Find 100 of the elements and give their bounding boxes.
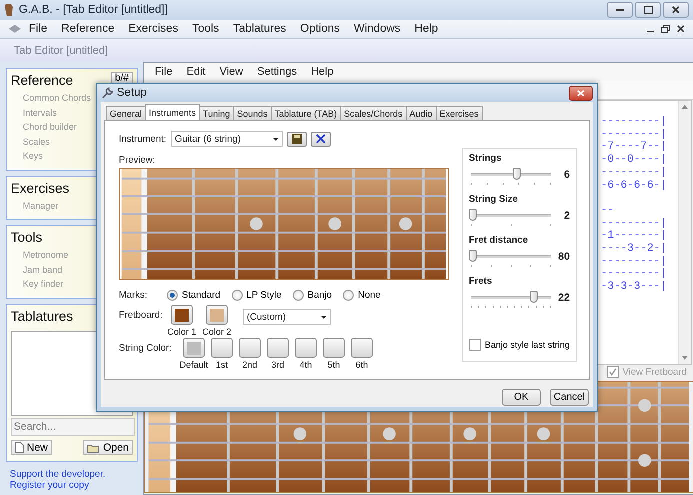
slider-thumb[interactable] xyxy=(469,250,477,262)
close-icon[interactable] xyxy=(677,25,685,33)
slider-value: 6 xyxy=(564,168,570,180)
slider-thumb[interactable] xyxy=(469,209,477,221)
support-link[interactable]: Support the developer. Register your copy xyxy=(6,469,138,491)
color-button[interactable] xyxy=(171,305,193,325)
slider-label: String Size xyxy=(469,194,518,205)
slider[interactable] xyxy=(469,209,553,222)
tab-line: ---------| xyxy=(601,268,668,281)
scrollbar[interactable] xyxy=(678,101,691,364)
color-button[interactable] xyxy=(351,338,373,358)
app-icon xyxy=(4,3,14,17)
search-field[interactable]: Search... xyxy=(11,418,135,436)
menu-item[interactable]: Help xyxy=(304,66,341,78)
slider-thumb[interactable] xyxy=(513,168,522,180)
slider-value: 80 xyxy=(558,250,570,262)
close-icon xyxy=(316,134,326,144)
slider[interactable] xyxy=(469,250,553,263)
slider-value: 2 xyxy=(564,210,570,222)
open-button[interactable]: Open xyxy=(83,440,133,455)
slider[interactable] xyxy=(469,291,553,304)
radio-option[interactable]: LP Style xyxy=(232,290,282,301)
slider-label: Strings xyxy=(469,153,502,164)
menu-item[interactable]: Windows xyxy=(347,23,408,35)
minimize-button[interactable] xyxy=(607,2,633,18)
radio-option[interactable]: None xyxy=(343,290,381,301)
tab[interactable]: Tuning xyxy=(199,106,234,120)
checkbox-label: View Fretboard xyxy=(622,366,687,378)
tab-line: ---------| xyxy=(601,116,668,129)
field-label: Marks: xyxy=(119,290,148,301)
minimize-icon xyxy=(616,8,624,12)
color-label: 6th xyxy=(356,360,368,370)
radio-option[interactable]: Banjo xyxy=(292,290,332,301)
color-button[interactable] xyxy=(323,338,345,358)
save-button[interactable] xyxy=(287,132,307,146)
tab[interactable]: Instruments xyxy=(145,104,200,120)
radio-option[interactable]: Standard xyxy=(167,290,221,301)
tab[interactable]: Scales/Chords xyxy=(340,106,407,120)
preset-dropdown[interactable]: (Custom) xyxy=(243,309,331,325)
menu-item[interactable]: File xyxy=(148,66,180,78)
menu-item[interactable]: View xyxy=(212,66,250,78)
instrument-dropdown[interactable]: Guitar (6 string) xyxy=(171,131,283,147)
menu-item[interactable]: Edit xyxy=(180,66,213,78)
banjo-checkbox[interactable]: Banjo style last string xyxy=(469,339,570,351)
menu-item[interactable]: Options xyxy=(293,23,348,35)
tab-line: -1-------| xyxy=(601,230,668,243)
maximize-button[interactable] xyxy=(635,2,661,18)
app-menu-icon[interactable] xyxy=(8,24,22,34)
close-button[interactable] xyxy=(569,86,593,100)
scroll-down-icon[interactable] xyxy=(682,356,688,360)
tab-line: -3-3-3---| xyxy=(601,281,668,294)
tab-line: -6-6-6-6-| xyxy=(601,180,668,192)
maximize-icon xyxy=(644,6,652,14)
color-label: 5th xyxy=(328,360,340,370)
color-label: 2nd xyxy=(242,360,258,370)
view-fretboard-checkbox[interactable] xyxy=(606,366,619,378)
color-button[interactable] xyxy=(267,338,289,358)
delete-button[interactable] xyxy=(311,132,331,146)
color-label: 4th xyxy=(300,360,312,370)
menu-item[interactable]: Tools xyxy=(185,23,226,35)
tab-line: -- xyxy=(601,204,614,218)
menu-item[interactable]: Reference xyxy=(54,23,122,35)
dialog-title: Setup xyxy=(117,87,148,99)
document-icon xyxy=(15,442,24,453)
slider[interactable] xyxy=(469,168,553,181)
tab-line: ---------| xyxy=(601,166,668,180)
menu-item[interactable]: Exercises xyxy=(122,23,186,35)
slider-label: Frets xyxy=(469,276,492,287)
tab[interactable]: Exercises xyxy=(436,106,483,120)
menu-item[interactable]: Help xyxy=(408,23,446,35)
slider-value: 22 xyxy=(558,292,570,304)
cancel-button[interactable]: Cancel xyxy=(550,389,589,406)
field-label: String Color: xyxy=(119,343,173,354)
restore-icon[interactable] xyxy=(661,25,670,33)
color-button[interactable] xyxy=(206,305,228,325)
menu-item[interactable]: Tablatures xyxy=(226,23,294,35)
close-button[interactable] xyxy=(663,2,689,18)
caret-icon xyxy=(273,138,279,140)
tab-line: ---------| xyxy=(601,218,668,230)
tab[interactable]: Sounds xyxy=(233,106,272,120)
scroll-up-icon[interactable] xyxy=(682,105,688,109)
ok-button[interactable]: OK xyxy=(502,389,541,406)
tab[interactable]: Audio xyxy=(406,106,437,120)
new-button[interactable]: New xyxy=(11,440,52,455)
color-button[interactable] xyxy=(295,338,317,358)
menu-item[interactable]: Settings xyxy=(250,66,304,78)
color-button[interactable] xyxy=(183,338,205,358)
wrench-icon xyxy=(101,86,114,100)
panel-title: Reference xyxy=(11,73,74,88)
tab[interactable]: General xyxy=(106,106,146,120)
field-label: Fretboard: xyxy=(119,310,164,321)
slider-thumb[interactable] xyxy=(530,291,538,303)
panel-title: Exercises xyxy=(11,180,70,196)
color-button[interactable] xyxy=(239,338,261,358)
color-label: 3rd xyxy=(271,360,284,370)
panel-title: Tools xyxy=(11,230,43,245)
color-button[interactable] xyxy=(211,338,233,358)
menu-item[interactable]: File xyxy=(22,23,55,35)
tab[interactable]: Tablature (TAB) xyxy=(270,106,342,120)
color-label: Default xyxy=(180,360,208,370)
